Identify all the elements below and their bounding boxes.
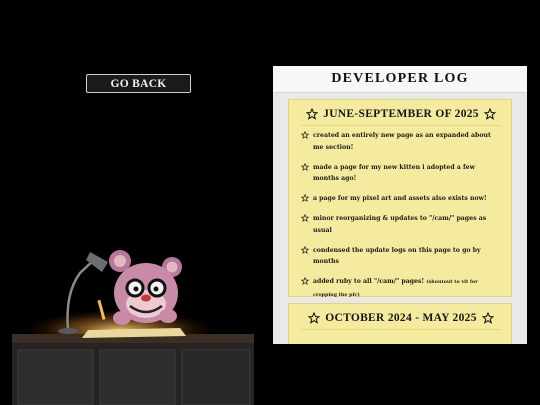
- log-entry: a page for my pixel art and assets also …: [301, 193, 501, 205]
- log-entry-text: created an entirely new page as an expan…: [313, 132, 491, 151]
- log-entry-text: minor reorganizing & updates to "/cam/" …: [313, 215, 487, 234]
- log-entry: made a page for my new kitten i adopted …: [301, 162, 501, 185]
- desk-drawer-middle: [99, 349, 176, 405]
- dark-office-scene: GO BACK DEVELOPER LOG JUNE-SEPTEMBER OF …: [0, 0, 540, 405]
- log-entry-text: made a page for my new kitten i adopted …: [313, 163, 475, 183]
- month-card-heading: OCTOBER 2024 - MAY 2025: [301, 310, 501, 330]
- log-entry: added ruby to all "/cam/" pages! (shouto…: [301, 276, 501, 301]
- log-entry: minor reorganizing & updates to "/cam/" …: [301, 213, 501, 236]
- developer-log-title: DEVELOPER LOG: [273, 66, 527, 93]
- star-bullet-icon: [301, 214, 309, 222]
- log-entry-text: condensed the update logs on this page t…: [313, 246, 481, 266]
- star-bullet-icon: [301, 245, 309, 254]
- month-card-title: JUNE-SEPTEMBER OF 2025: [323, 108, 479, 120]
- log-entry: condensed the update logs on this page t…: [301, 245, 501, 268]
- star-bullet-icon: [301, 131, 309, 139]
- character-right-hand: [159, 309, 177, 323]
- developer-log-panel: DEVELOPER LOG JUNE-SEPTEMBER OF 2025 cre…: [273, 66, 527, 344]
- lamp-base: [58, 328, 78, 334]
- log-entry-list: created an entirely new page as an expan…: [301, 130, 501, 301]
- month-card-october-2024-may-2025: OCTOBER 2024 - MAY 2025: [288, 303, 512, 344]
- go-back-button[interactable]: GO BACK: [86, 74, 191, 93]
- lamp-shade: [86, 252, 108, 272]
- character-nose: [141, 294, 151, 302]
- log-entry: created an entirely new page as an expan…: [301, 130, 501, 153]
- star-icon: [308, 312, 321, 324]
- desk-illustration: [12, 250, 254, 405]
- month-card-heading: JUNE-SEPTEMBER OF 2025: [301, 106, 501, 126]
- developer-log-scroll-area[interactable]: JUNE-SEPTEMBER OF 2025 created an entire…: [273, 93, 527, 344]
- star-bullet-icon: [301, 277, 309, 285]
- desk-drawer-left: [17, 349, 94, 405]
- star-icon: [306, 108, 319, 120]
- star-icon: [483, 108, 496, 120]
- character-left-hand: [113, 311, 131, 325]
- log-entry-text: a page for my pixel art and assets also …: [313, 195, 487, 202]
- star-icon: [481, 312, 494, 324]
- month-card-june-september-2025: JUNE-SEPTEMBER OF 2025 created an entire…: [288, 99, 512, 298]
- star-bullet-icon: [301, 194, 309, 202]
- log-entry-text: added ruby to all "/cam/" pages! (shouto…: [313, 278, 478, 298]
- month-card-title: OCTOBER 2024 - MAY 2025: [325, 312, 477, 324]
- desk-drawer-right: [181, 349, 251, 405]
- star-bullet-icon: [301, 162, 309, 171]
